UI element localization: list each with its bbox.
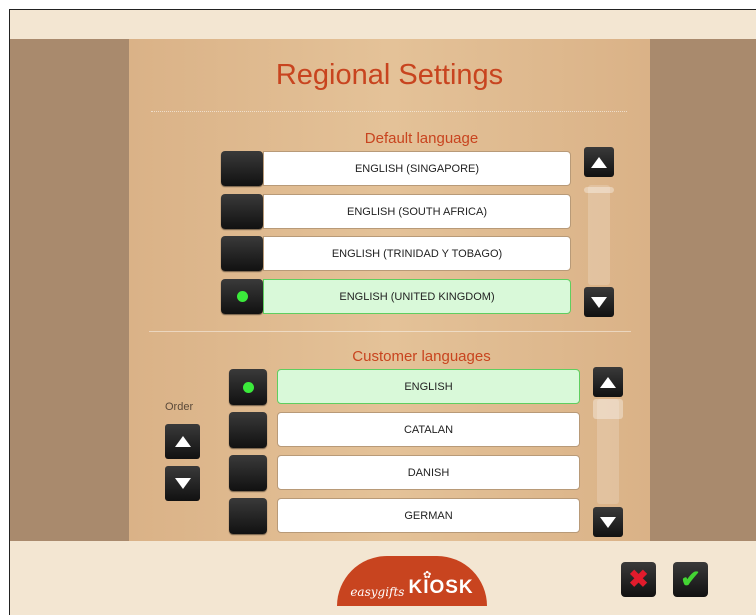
customer-languages-scroll-down[interactable] [593, 507, 623, 537]
confirm-button[interactable]: ✔ [673, 562, 708, 597]
order-move-up-button[interactable] [165, 424, 200, 459]
order-label: Order [165, 401, 194, 413]
default-language-scroll-thumb[interactable] [584, 187, 614, 193]
default-language-option-selected[interactable]: ENGLISH (UNITED KINGDOM) [263, 279, 571, 314]
flower-icon: ✿ [423, 570, 432, 581]
default-language-scroll-down[interactable] [584, 287, 614, 317]
order-move-down-button[interactable] [165, 466, 200, 501]
default-language-radio-4[interactable] [221, 279, 263, 314]
page-title: Regional Settings [275, 59, 504, 91]
cancel-button[interactable]: ✖ [621, 562, 656, 597]
customer-language-option[interactable]: DANISH [277, 455, 580, 490]
x-mark-icon: ✖ [628, 566, 649, 593]
customer-languages-scroll-up[interactable] [593, 367, 623, 397]
default-language-heading: Default language [364, 130, 479, 147]
customer-language-option[interactable]: GERMAN [277, 498, 580, 533]
triangle-up-icon [174, 436, 191, 447]
customer-language-checkbox-4[interactable] [229, 498, 267, 534]
default-language-option[interactable]: ENGLISH (SINGAPORE) [263, 151, 571, 186]
title-divider [151, 111, 627, 112]
customer-languages-scroll-thumb[interactable] [593, 399, 623, 419]
left-margin [10, 39, 129, 541]
customer-languages-heading: Customer languages [352, 348, 491, 365]
logo-prefix: easygifts [350, 585, 405, 599]
customer-language-checkbox-3[interactable] [229, 455, 267, 491]
triangle-up-icon [591, 156, 607, 168]
triangle-down-icon [174, 478, 191, 489]
default-language-radio-2[interactable] [221, 194, 263, 229]
check-mark-icon: ✔ [680, 566, 701, 593]
triangle-down-icon [591, 296, 607, 308]
default-language-option[interactable]: ENGLISH (SOUTH AFRICA) [263, 194, 571, 229]
customer-language-option[interactable]: CATALAN [277, 412, 580, 447]
right-margin [649, 39, 756, 541]
default-language-radio-1[interactable] [221, 151, 263, 186]
triangle-down-icon [600, 516, 616, 528]
kiosk-screen: Regional Settings Default language ENGLI… [9, 9, 756, 615]
selected-indicator [242, 381, 254, 393]
customer-language-option-selected[interactable]: ENGLISH [277, 369, 580, 404]
default-language-option[interactable]: ENGLISH (TRINIDAD Y TOBAGO) [263, 236, 571, 271]
section-divider [149, 331, 631, 332]
selected-indicator [236, 291, 248, 302]
easygifts-kiosk-logo: ✿ easygifts KIOSK [337, 556, 487, 606]
customer-language-checkbox-2[interactable] [229, 412, 267, 448]
logo-brand: KIOSK [408, 577, 474, 598]
default-language-scrollbar[interactable] [588, 185, 610, 285]
triangle-up-icon [600, 376, 616, 388]
settings-panel: Regional Settings Default language ENGLI… [129, 39, 650, 541]
default-language-radio-3[interactable] [221, 236, 263, 271]
customer-language-checkbox-1[interactable] [229, 369, 267, 405]
default-language-scroll-up[interactable] [584, 147, 614, 177]
